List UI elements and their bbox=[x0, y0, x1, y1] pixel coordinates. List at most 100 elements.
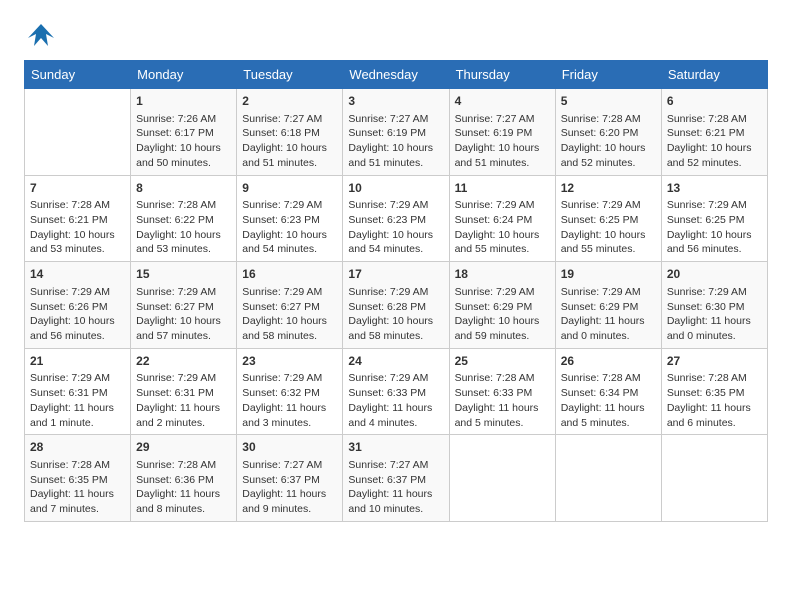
header-day-sunday: Sunday bbox=[25, 61, 131, 89]
day-info-text: Sunset: 6:28 PM bbox=[348, 300, 443, 315]
day-info-text: Daylight: 11 hours bbox=[667, 401, 762, 416]
calendar-cell: 20Sunrise: 7:29 AMSunset: 6:30 PMDayligh… bbox=[661, 262, 767, 349]
header-day-friday: Friday bbox=[555, 61, 661, 89]
day-number: 28 bbox=[30, 439, 125, 456]
day-info-text: and 51 minutes. bbox=[242, 156, 337, 171]
day-info-text: Daylight: 10 hours bbox=[348, 141, 443, 156]
calendar-cell: 11Sunrise: 7:29 AMSunset: 6:24 PMDayligh… bbox=[449, 175, 555, 262]
day-info-text: Sunrise: 7:29 AM bbox=[455, 198, 550, 213]
day-info-text: and 50 minutes. bbox=[136, 156, 231, 171]
day-info-text: and 51 minutes. bbox=[455, 156, 550, 171]
day-info-text: Daylight: 11 hours bbox=[348, 487, 443, 502]
logo-bird-icon bbox=[26, 20, 56, 50]
header-day-monday: Monday bbox=[131, 61, 237, 89]
calendar-cell: 30Sunrise: 7:27 AMSunset: 6:37 PMDayligh… bbox=[237, 435, 343, 522]
day-info-text: and 7 minutes. bbox=[30, 502, 125, 517]
calendar-cell: 2Sunrise: 7:27 AMSunset: 6:18 PMDaylight… bbox=[237, 89, 343, 176]
calendar-cell: 8Sunrise: 7:28 AMSunset: 6:22 PMDaylight… bbox=[131, 175, 237, 262]
day-info-text: Sunrise: 7:29 AM bbox=[667, 198, 762, 213]
calendar-cell: 25Sunrise: 7:28 AMSunset: 6:33 PMDayligh… bbox=[449, 348, 555, 435]
day-number: 26 bbox=[561, 353, 656, 370]
day-info-text: Sunset: 6:27 PM bbox=[242, 300, 337, 315]
calendar-week-row: 1Sunrise: 7:26 AMSunset: 6:17 PMDaylight… bbox=[25, 89, 768, 176]
day-info-text: Sunrise: 7:29 AM bbox=[561, 198, 656, 213]
calendar-cell: 14Sunrise: 7:29 AMSunset: 6:26 PMDayligh… bbox=[25, 262, 131, 349]
day-info-text: Daylight: 10 hours bbox=[136, 141, 231, 156]
day-info-text: Sunset: 6:25 PM bbox=[561, 213, 656, 228]
day-info-text: Sunset: 6:30 PM bbox=[667, 300, 762, 315]
day-info-text: Sunset: 6:37 PM bbox=[242, 473, 337, 488]
day-info-text: and 1 minute. bbox=[30, 416, 125, 431]
day-info-text: and 52 minutes. bbox=[561, 156, 656, 171]
day-info-text: Daylight: 10 hours bbox=[242, 314, 337, 329]
day-info-text: Sunrise: 7:29 AM bbox=[242, 198, 337, 213]
page-header bbox=[24, 20, 768, 44]
day-number: 1 bbox=[136, 93, 231, 110]
calendar-cell: 21Sunrise: 7:29 AMSunset: 6:31 PMDayligh… bbox=[25, 348, 131, 435]
calendar-cell: 1Sunrise: 7:26 AMSunset: 6:17 PMDaylight… bbox=[131, 89, 237, 176]
day-info-text: and 57 minutes. bbox=[136, 329, 231, 344]
day-info-text: Sunset: 6:21 PM bbox=[667, 126, 762, 141]
calendar-cell: 28Sunrise: 7:28 AMSunset: 6:35 PMDayligh… bbox=[25, 435, 131, 522]
day-info-text: Sunset: 6:35 PM bbox=[667, 386, 762, 401]
day-info-text: Sunrise: 7:28 AM bbox=[455, 371, 550, 386]
header-day-wednesday: Wednesday bbox=[343, 61, 449, 89]
day-info-text: Sunrise: 7:26 AM bbox=[136, 112, 231, 127]
day-info-text: Sunrise: 7:27 AM bbox=[348, 112, 443, 127]
day-number: 2 bbox=[242, 93, 337, 110]
day-number: 19 bbox=[561, 266, 656, 283]
calendar-cell bbox=[555, 435, 661, 522]
day-info-text: Sunrise: 7:29 AM bbox=[30, 371, 125, 386]
day-info-text: and 3 minutes. bbox=[242, 416, 337, 431]
calendar-cell: 17Sunrise: 7:29 AMSunset: 6:28 PMDayligh… bbox=[343, 262, 449, 349]
day-info-text: Sunrise: 7:29 AM bbox=[30, 285, 125, 300]
day-info-text: Sunrise: 7:29 AM bbox=[136, 285, 231, 300]
day-number: 31 bbox=[348, 439, 443, 456]
day-info-text: Sunset: 6:33 PM bbox=[348, 386, 443, 401]
day-number: 11 bbox=[455, 180, 550, 197]
day-number: 18 bbox=[455, 266, 550, 283]
calendar-cell: 5Sunrise: 7:28 AMSunset: 6:20 PMDaylight… bbox=[555, 89, 661, 176]
day-number: 29 bbox=[136, 439, 231, 456]
day-info-text: Sunrise: 7:29 AM bbox=[242, 285, 337, 300]
day-number: 8 bbox=[136, 180, 231, 197]
calendar-week-row: 14Sunrise: 7:29 AMSunset: 6:26 PMDayligh… bbox=[25, 262, 768, 349]
day-info-text: Daylight: 10 hours bbox=[30, 228, 125, 243]
day-number: 10 bbox=[348, 180, 443, 197]
day-number: 4 bbox=[455, 93, 550, 110]
day-info-text: Daylight: 11 hours bbox=[667, 314, 762, 329]
day-info-text: Sunrise: 7:29 AM bbox=[348, 198, 443, 213]
day-info-text: Sunset: 6:32 PM bbox=[242, 386, 337, 401]
calendar-cell: 22Sunrise: 7:29 AMSunset: 6:31 PMDayligh… bbox=[131, 348, 237, 435]
day-info-text: Daylight: 10 hours bbox=[348, 228, 443, 243]
day-info-text: Daylight: 10 hours bbox=[561, 141, 656, 156]
calendar-cell: 13Sunrise: 7:29 AMSunset: 6:25 PMDayligh… bbox=[661, 175, 767, 262]
day-info-text: Sunset: 6:37 PM bbox=[348, 473, 443, 488]
day-info-text: Sunset: 6:21 PM bbox=[30, 213, 125, 228]
calendar-cell: 12Sunrise: 7:29 AMSunset: 6:25 PMDayligh… bbox=[555, 175, 661, 262]
day-info-text: Sunset: 6:23 PM bbox=[242, 213, 337, 228]
day-info-text: and 59 minutes. bbox=[455, 329, 550, 344]
day-info-text: Sunrise: 7:27 AM bbox=[348, 458, 443, 473]
day-info-text: and 10 minutes. bbox=[348, 502, 443, 517]
day-info-text: and 54 minutes. bbox=[242, 242, 337, 257]
day-number: 9 bbox=[242, 180, 337, 197]
day-info-text: Sunset: 6:31 PM bbox=[136, 386, 231, 401]
day-info-text: Daylight: 11 hours bbox=[30, 401, 125, 416]
day-info-text: Sunrise: 7:28 AM bbox=[136, 458, 231, 473]
calendar-cell: 27Sunrise: 7:28 AMSunset: 6:35 PMDayligh… bbox=[661, 348, 767, 435]
day-info-text: Daylight: 10 hours bbox=[242, 228, 337, 243]
day-info-text: and 5 minutes. bbox=[561, 416, 656, 431]
logo bbox=[24, 20, 56, 44]
calendar-week-row: 7Sunrise: 7:28 AMSunset: 6:21 PMDaylight… bbox=[25, 175, 768, 262]
day-info-text: Daylight: 10 hours bbox=[667, 228, 762, 243]
day-info-text: Daylight: 10 hours bbox=[348, 314, 443, 329]
day-info-text: Sunrise: 7:27 AM bbox=[455, 112, 550, 127]
day-info-text: Sunrise: 7:27 AM bbox=[242, 112, 337, 127]
day-info-text: Sunset: 6:31 PM bbox=[30, 386, 125, 401]
day-info-text: Sunrise: 7:29 AM bbox=[667, 285, 762, 300]
day-info-text: Daylight: 11 hours bbox=[136, 401, 231, 416]
calendar-cell: 16Sunrise: 7:29 AMSunset: 6:27 PMDayligh… bbox=[237, 262, 343, 349]
day-info-text: Sunrise: 7:29 AM bbox=[242, 371, 337, 386]
day-info-text: and 53 minutes. bbox=[136, 242, 231, 257]
